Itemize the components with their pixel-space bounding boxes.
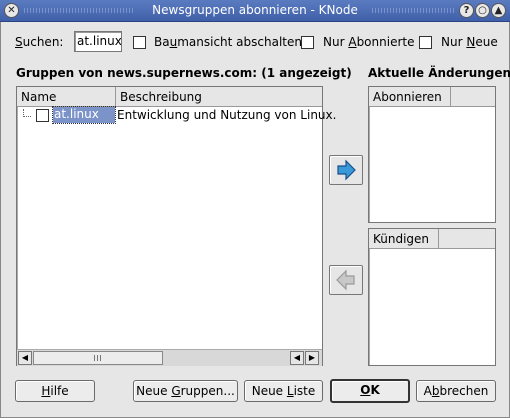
group-description: Entwicklung und Nutzung von Linux. — [117, 108, 337, 122]
column-header-unsubscribe[interactable]: Kündigen — [369, 229, 439, 249]
new-groups-button[interactable]: Neue Gruppen... — [133, 380, 238, 402]
tree-view-label[interactable]: Baumansicht abschalten — [154, 35, 302, 49]
search-label: Suchen: — [15, 35, 64, 49]
help-button[interactable]: Hilfe — [15, 380, 95, 402]
groups-heading: Gruppen von news.supernews.com: (1 angez… — [16, 66, 352, 80]
scroll-right-icon[interactable]: ▶ — [305, 351, 319, 365]
unsubscribe-list[interactable]: Kündigen — [368, 228, 496, 366]
new-list-button[interactable]: Neue Liste — [244, 380, 323, 402]
column-header-name[interactable]: Name — [17, 87, 116, 107]
arrow-right-icon — [337, 159, 356, 181]
new-only-checkbox[interactable] — [419, 36, 432, 49]
groups-list[interactable]: Name Beschreibung at.linux Entwicklung u… — [16, 86, 336, 366]
cancel-button[interactable]: Abbrechen — [416, 380, 496, 402]
subscribe-arrow-button[interactable] — [329, 155, 363, 185]
changes-heading: Aktuelle Änderungen: — [368, 66, 510, 80]
title-bar[interactable]: ✕ Newsgruppen abonnieren - KNode ? ○ ▲ — [0, 0, 510, 22]
ok-button[interactable]: OK — [330, 379, 410, 403]
tree-branch — [23, 109, 31, 117]
subscribed-only-label[interactable]: Nur Abonnierte — [323, 35, 414, 49]
column-header-description[interactable]: Beschreibung — [116, 87, 322, 107]
group-name[interactable]: at.linux — [52, 106, 116, 124]
scroll-thumb[interactable] — [33, 351, 163, 365]
arrow-left-icon — [336, 269, 355, 291]
table-row[interactable]: at.linux Entwicklung und Nutzung von Lin… — [17, 106, 336, 125]
column-header-empty — [439, 229, 495, 249]
scroll-left-small-icon[interactable]: ◀ — [290, 351, 304, 365]
help-icon[interactable]: ? — [459, 3, 474, 18]
new-only-label[interactable]: Nur Neue — [441, 35, 498, 49]
unsubscribe-arrow-button[interactable] — [329, 265, 363, 295]
subscribed-only-checkbox[interactable] — [301, 36, 314, 49]
subscribe-list[interactable]: Abonnieren — [368, 86, 496, 223]
title-grip-right — [372, 8, 454, 13]
grip-icon — [94, 355, 102, 361]
column-header-empty — [451, 87, 495, 107]
tree-view-checkbox[interactable] — [133, 36, 146, 49]
minimize-icon[interactable]: ○ — [475, 3, 490, 18]
group-checkbox[interactable] — [36, 109, 49, 122]
scroll-left-icon[interactable]: ◀ — [18, 351, 32, 365]
search-input[interactable]: at.linux — [74, 31, 122, 52]
maximize-icon[interactable]: ▲ — [491, 3, 506, 18]
horizontal-scrollbar[interactable]: ◀ ◀ ▶ — [17, 349, 322, 366]
column-header-subscribe[interactable]: Abonnieren — [369, 87, 451, 107]
